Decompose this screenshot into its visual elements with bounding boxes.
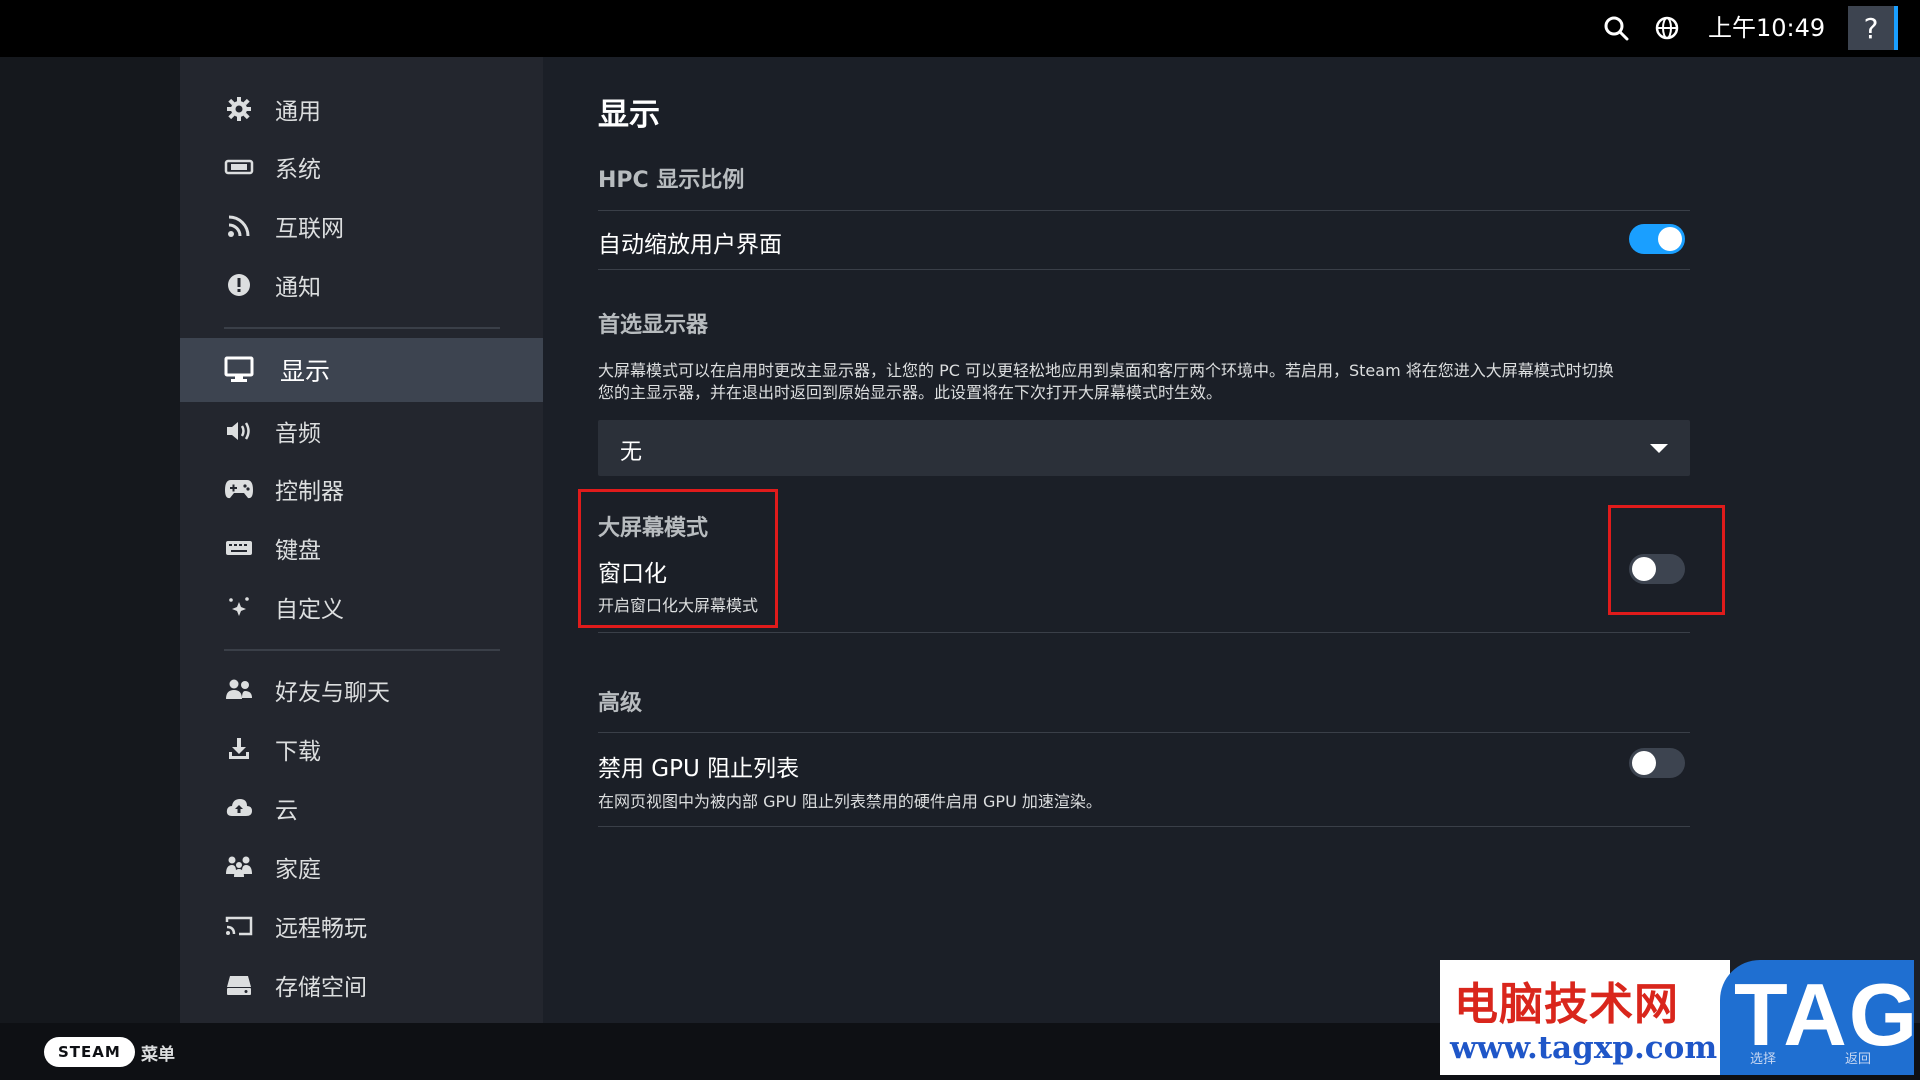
windowed-description: 开启窗口化大屏幕模式 bbox=[598, 596, 759, 615]
divider bbox=[598, 732, 1690, 733]
divider bbox=[598, 269, 1690, 270]
sidebar-item-label: 显示 bbox=[280, 357, 331, 386]
watermark-tag-panel: TAG 选择 返回 bbox=[1720, 960, 1917, 1075]
sidebar-item-label: 云 bbox=[275, 798, 298, 824]
sidebar-item-internet[interactable]: 互联网 bbox=[180, 197, 543, 255]
watermark-select-hint: 选择 bbox=[1750, 1052, 1777, 1067]
sidebar-item-family[interactable]: 家庭 bbox=[180, 838, 543, 896]
toggle-knob bbox=[1632, 751, 1656, 775]
sidebar-item-label: 系统 bbox=[275, 157, 321, 183]
auto-scale-label: 自动缩放用户界面 bbox=[598, 232, 782, 258]
friends-icon bbox=[224, 675, 254, 705]
clock: 上午10:49 bbox=[1708, 14, 1826, 42]
sidebar-item-label: 控制器 bbox=[275, 479, 344, 505]
monitor-icon bbox=[224, 355, 254, 385]
section-heading-preferred-display: 首选显示器 bbox=[598, 313, 709, 338]
sidebar-item-label: 互联网 bbox=[275, 216, 344, 242]
sidebar-item-label: 家庭 bbox=[275, 857, 321, 883]
sidebar-item-customize[interactable]: 自定义 bbox=[180, 578, 543, 636]
toggle-knob bbox=[1658, 227, 1682, 251]
sidebar-item-storage[interactable]: 存储空间 bbox=[180, 956, 543, 1014]
dropdown-value: 无 bbox=[620, 440, 643, 465]
windowed-toggle[interactable] bbox=[1629, 554, 1685, 584]
sidebar-item-label: 远程畅玩 bbox=[275, 916, 367, 942]
section-heading-big-picture: 大屏幕模式 bbox=[598, 516, 709, 541]
gpu-blocklist-description: 在网页视图中为被内部 GPU 阻止列表禁用的硬件启用 GPU 加速渲染。 bbox=[598, 792, 1102, 811]
divider bbox=[598, 632, 1690, 633]
sidebar-item-system[interactable]: 系统 bbox=[180, 138, 543, 196]
settings-content: 显示 HPC 显示比例 自动缩放用户界面 首选显示器 大屏幕模式可以在启用时更改… bbox=[543, 57, 1920, 1023]
watermark-panel: 电脑技术网 www.tagxp.com bbox=[1440, 960, 1730, 1075]
sidebar-item-controller[interactable]: 控制器 bbox=[180, 460, 543, 518]
preferred-display-dropdown[interactable]: 无 bbox=[598, 420, 1690, 476]
page-title: 显示 bbox=[598, 97, 660, 133]
keyboard-icon bbox=[224, 533, 254, 563]
cast-icon bbox=[224, 911, 254, 941]
family-icon bbox=[224, 852, 254, 882]
sidebar-item-label: 好友与聊天 bbox=[275, 680, 390, 706]
sidebar-item-label: 下载 bbox=[275, 739, 321, 765]
storage-icon bbox=[224, 970, 254, 1000]
gpu-blocklist-label: 禁用 GPU 阻止列表 bbox=[598, 756, 800, 782]
sidebar-items: 通用 系统 互联网 通知 显示 音频 控制器 键盘 自定义 好友与聊天 下载 云… bbox=[180, 57, 543, 1023]
speaker-icon bbox=[224, 416, 254, 446]
sidebar-item-keyboard[interactable]: 键盘 bbox=[180, 519, 543, 577]
menu-label[interactable]: 菜单 bbox=[141, 1040, 175, 1065]
sidebar-item-notifications[interactable]: 通知 bbox=[180, 256, 543, 314]
preferred-display-description-line1: 大屏幕模式可以在启用时更改主显示器，让您的 PC 可以更轻松地应用到桌面和客厅两… bbox=[598, 361, 1614, 380]
preferred-display-description-line2: 您的主显示器，并在退出时返回到原始显示器。此设置将在下次打开大屏幕模式时生效。 bbox=[598, 383, 1223, 402]
divider bbox=[598, 826, 1690, 827]
gear-icon bbox=[224, 94, 254, 124]
section-heading-hpc: HPC 显示比例 bbox=[598, 168, 745, 193]
help-button[interactable]: ? bbox=[1848, 6, 1894, 50]
sidebar-item-label: 存储空间 bbox=[275, 975, 367, 1001]
sidebar-item-remote-play[interactable]: 远程畅玩 bbox=[180, 897, 543, 955]
cloud-icon bbox=[224, 793, 254, 823]
section-heading-advanced: 高级 bbox=[598, 691, 643, 716]
sidebar-item-audio[interactable]: 音频 bbox=[180, 402, 543, 460]
wifi-icon bbox=[224, 211, 254, 241]
watermark-back-hint: 返回 bbox=[1845, 1052, 1872, 1067]
sidebar-item-label: 自定义 bbox=[275, 597, 344, 623]
sidebar-item-label: 通知 bbox=[275, 275, 321, 301]
auto-scale-toggle[interactable] bbox=[1629, 224, 1685, 254]
search-icon[interactable] bbox=[1601, 13, 1631, 43]
help-accent bbox=[1894, 6, 1898, 50]
download-icon bbox=[224, 734, 254, 764]
watermark: 电脑技术网 www.tagxp.com TAG 选择 返回 bbox=[1440, 960, 1917, 1075]
sidebar-item-downloads[interactable]: 下载 bbox=[180, 720, 543, 778]
steam-button[interactable]: STEAM bbox=[44, 1037, 135, 1067]
left-gutter bbox=[0, 57, 180, 1023]
globe-icon[interactable] bbox=[1652, 13, 1682, 43]
sidebar-item-friends[interactable]: 好友与聊天 bbox=[180, 661, 543, 719]
watermark-title: 电脑技术网 bbox=[1454, 979, 1679, 1030]
gpu-blocklist-toggle[interactable] bbox=[1629, 748, 1685, 778]
chevron-down-icon bbox=[1650, 444, 1668, 453]
gamepad-icon bbox=[224, 474, 254, 504]
sidebar-item-label: 键盘 bbox=[275, 538, 321, 564]
divider bbox=[598, 210, 1690, 211]
sidebar-item-label: 通用 bbox=[275, 99, 321, 125]
sidebar-item-general[interactable]: 通用 bbox=[180, 80, 543, 138]
sparkle-icon bbox=[224, 592, 254, 622]
sidebar-divider bbox=[224, 327, 500, 329]
toggle-knob bbox=[1632, 557, 1656, 581]
sidebar-item-cloud[interactable]: 云 bbox=[180, 779, 543, 837]
sidebar-item-display[interactable]: 显示 bbox=[180, 338, 543, 402]
system-icon bbox=[224, 152, 254, 182]
windowed-label: 窗口化 bbox=[598, 561, 667, 587]
notification-icon bbox=[224, 270, 254, 300]
sidebar-item-label: 音频 bbox=[275, 421, 321, 447]
top-bar: 上午10:49 ? bbox=[0, 0, 1920, 57]
sidebar-divider bbox=[224, 649, 500, 651]
watermark-url: www.tagxp.com bbox=[1450, 1030, 1718, 1066]
